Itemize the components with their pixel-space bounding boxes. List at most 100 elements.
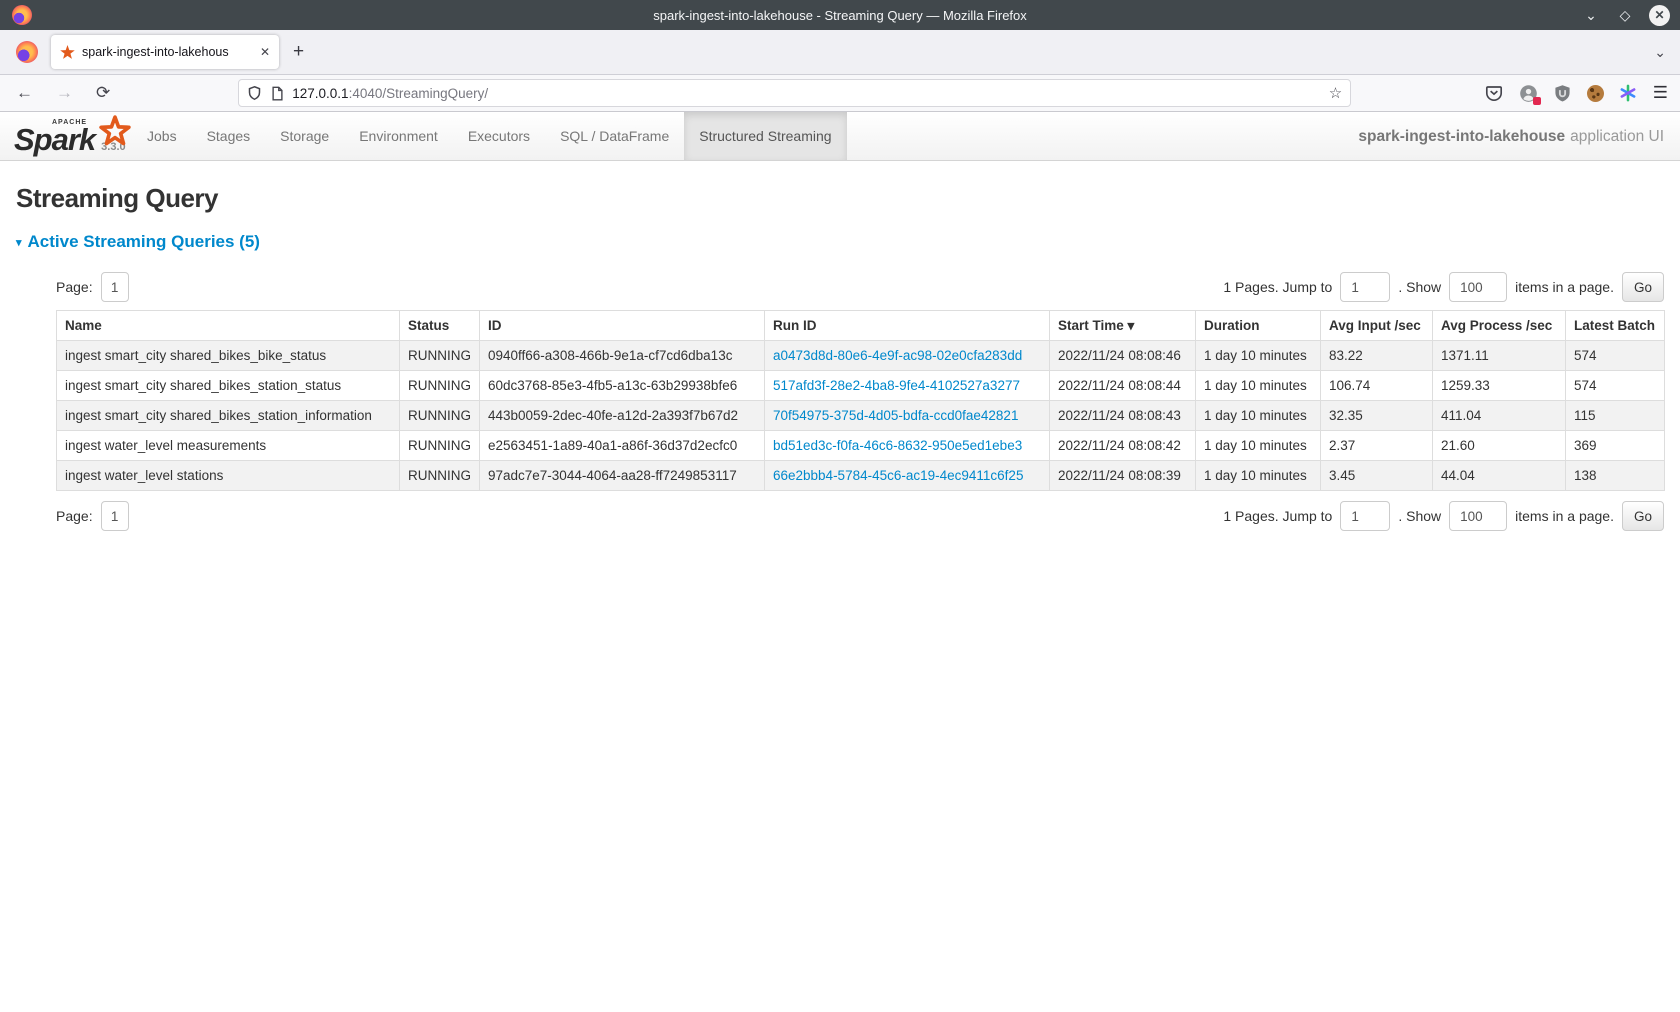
nav-tab-executors[interactable]: Executors xyxy=(453,112,545,160)
page-title: Streaming Query xyxy=(16,183,1664,214)
page-number-input[interactable] xyxy=(101,501,129,531)
back-button[interactable]: ← xyxy=(16,83,33,103)
id-cell: 443b0059-2dec-40fe-a12d-2a393f7b67d2 xyxy=(480,401,765,431)
nav-tab-structured-streaming[interactable]: Structured Streaming xyxy=(684,112,846,160)
reload-button[interactable]: ⟳ xyxy=(96,83,110,103)
page-content: Streaming Query ▾ Active Streaming Queri… xyxy=(0,183,1680,531)
pages-total-text: 1 Pages. Jump to xyxy=(1223,279,1332,295)
application-label: spark-ingest-into-lakehouse application … xyxy=(1358,112,1664,161)
tab-list-chevron-icon[interactable]: ⌄ xyxy=(1654,44,1666,61)
browser-tab[interactable]: spark-ingest-into-lakehous ✕ xyxy=(51,35,279,69)
run-id-cell: 517afd3f-28e2-4ba8-9fe4-4102527a3277 xyxy=(765,371,1050,401)
name-cell: ingest smart_city shared_bikes_station_s… xyxy=(57,371,400,401)
column-header[interactable]: Duration xyxy=(1196,311,1321,341)
run-id-cell: a0473d8d-80e6-4e9f-ac98-02e0cfa283dd xyxy=(765,341,1050,371)
duration-cell: 1 day 10 minutes xyxy=(1196,341,1321,371)
spark-nav-tabs: JobsStagesStorageEnvironmentExecutorsSQL… xyxy=(132,112,847,160)
jump-to-input[interactable] xyxy=(1340,272,1390,302)
window-minimize-button[interactable]: ⌄ xyxy=(1581,5,1601,25)
run-id-cell: bd51ed3c-f0fa-46c6-8632-950e5ed1ebe3 xyxy=(765,431,1050,461)
cookie-extension-icon[interactable] xyxy=(1587,85,1604,102)
spark-logo-star-icon xyxy=(98,114,132,148)
duration-cell: 1 day 10 minutes xyxy=(1196,431,1321,461)
pagination-left: Page: xyxy=(56,501,129,531)
status-cell: RUNNING xyxy=(400,431,480,461)
avg-process-cell: 1371.11 xyxy=(1433,341,1566,371)
run-id-link[interactable]: 66e2bbb4-5784-45c6-ac19-4ec9411c6f25 xyxy=(773,468,1023,483)
forward-button[interactable]: → xyxy=(56,83,73,103)
column-header[interactable]: Start Time ▾ xyxy=(1050,311,1196,341)
pages-total-text: 1 Pages. Jump to xyxy=(1223,508,1332,524)
column-header[interactable]: Name xyxy=(57,311,400,341)
asterisk-extension-icon[interactable] xyxy=(1619,84,1638,103)
tab-close-icon[interactable]: ✕ xyxy=(260,45,270,59)
latest-batch-cell: 574 xyxy=(1566,341,1665,371)
window-controls: ⌄ ◇ ✕ xyxy=(1581,5,1680,26)
latest-batch-cell: 115 xyxy=(1566,401,1665,431)
avg-input-cell: 3.45 xyxy=(1321,461,1433,491)
spark-favicon-icon xyxy=(60,45,75,60)
items-text: items in a page. xyxy=(1515,508,1614,524)
url-bar[interactable]: 127.0.0.1:4040/StreamingQuery/ ☆ xyxy=(238,79,1351,107)
section-label: Active Streaming Queries (5) xyxy=(28,232,260,252)
window-maximize-button[interactable]: ◇ xyxy=(1615,5,1635,25)
active-queries-toggle[interactable]: ▾ Active Streaming Queries (5) xyxy=(16,232,260,252)
nav-tab-environment[interactable]: Environment xyxy=(344,112,453,160)
bookmark-star-icon[interactable]: ☆ xyxy=(1329,84,1342,102)
url-host: 127.0.0.1 xyxy=(292,86,348,101)
column-header[interactable]: Status xyxy=(400,311,480,341)
run-id-link[interactable]: a0473d8d-80e6-4e9f-ac98-02e0cfa283dd xyxy=(773,348,1022,363)
tab-title: spark-ingest-into-lakehous xyxy=(82,45,236,59)
status-cell: RUNNING xyxy=(400,461,480,491)
avg-process-cell: 21.60 xyxy=(1433,431,1566,461)
new-tab-button[interactable]: + xyxy=(293,41,304,63)
pocket-icon[interactable] xyxy=(1485,84,1504,103)
avg-process-cell: 44.04 xyxy=(1433,461,1566,491)
column-header[interactable]: Latest Batch xyxy=(1566,311,1665,341)
window-close-button[interactable]: ✕ xyxy=(1649,5,1670,26)
start-time-cell: 2022/11/24 08:08:39 xyxy=(1050,461,1196,491)
menu-button[interactable]: ☰ xyxy=(1653,83,1668,103)
id-cell: 0940ff66-a308-466b-9e1a-cf7cd6dba13c xyxy=(480,341,765,371)
streaming-queries-table: NameStatusIDRun IDStart Time ▾DurationAv… xyxy=(56,310,1665,491)
name-cell: ingest water_level measurements xyxy=(57,431,400,461)
pagination-left: Page: xyxy=(56,272,129,302)
page-label: Page: xyxy=(56,508,93,524)
name-cell: ingest smart_city shared_bikes_station_i… xyxy=(57,401,400,431)
status-cell: RUNNING xyxy=(400,401,480,431)
page-info-icon[interactable] xyxy=(271,86,284,101)
toolbar-extensions: ☰ xyxy=(1485,83,1680,103)
table-block: Page: 1 Pages. Jump to . Show items in a… xyxy=(56,272,1664,531)
nav-tab-stages[interactable]: Stages xyxy=(192,112,266,160)
go-button[interactable]: Go xyxy=(1622,272,1664,302)
column-header[interactable]: Avg Input /sec xyxy=(1321,311,1433,341)
nav-tab-sql-dataframe[interactable]: SQL / DataFrame xyxy=(545,112,684,160)
jump-to-input[interactable] xyxy=(1340,501,1390,531)
run-id-link[interactable]: 517afd3f-28e2-4ba8-9fe4-4102527a3277 xyxy=(773,378,1020,393)
ublock-shield-icon[interactable] xyxy=(1553,84,1572,103)
show-text: . Show xyxy=(1398,508,1441,524)
url-text: 127.0.0.1:4040/StreamingQuery/ xyxy=(292,86,488,101)
start-time-cell: 2022/11/24 08:08:46 xyxy=(1050,341,1196,371)
duration-cell: 1 day 10 minutes xyxy=(1196,401,1321,431)
duration-cell: 1 day 10 minutes xyxy=(1196,461,1321,491)
pagination-bottom: Page: 1 Pages. Jump to . Show items in a… xyxy=(56,501,1664,531)
run-id-link[interactable]: 70f54975-375d-4d05-bdfa-ccd0fae42821 xyxy=(773,408,1018,423)
go-button[interactable]: Go xyxy=(1622,501,1664,531)
nav-tab-jobs[interactable]: Jobs xyxy=(132,112,192,160)
page-number-input[interactable] xyxy=(101,272,129,302)
pagination-right: 1 Pages. Jump to . Show items in a page.… xyxy=(1223,501,1664,531)
page-size-input[interactable] xyxy=(1449,272,1507,302)
column-header[interactable]: ID xyxy=(480,311,765,341)
column-header[interactable]: Avg Process /sec xyxy=(1433,311,1566,341)
avg-input-cell: 2.37 xyxy=(1321,431,1433,461)
run-id-link[interactable]: bd51ed3c-f0fa-46c6-8632-950e5ed1ebe3 xyxy=(773,438,1022,453)
shield-permissions-icon[interactable] xyxy=(247,85,262,101)
column-header[interactable]: Run ID xyxy=(765,311,1050,341)
run-id-cell: 66e2bbb4-5784-45c6-ac19-4ec9411c6f25 xyxy=(765,461,1050,491)
account-extension-icon[interactable] xyxy=(1519,84,1538,103)
page-size-input[interactable] xyxy=(1449,501,1507,531)
spark-logo[interactable]: APACHE Spark 3.3.0 xyxy=(0,112,132,160)
table-row: ingest smart_city shared_bikes_station_i… xyxy=(57,401,1665,431)
nav-tab-storage[interactable]: Storage xyxy=(265,112,344,160)
